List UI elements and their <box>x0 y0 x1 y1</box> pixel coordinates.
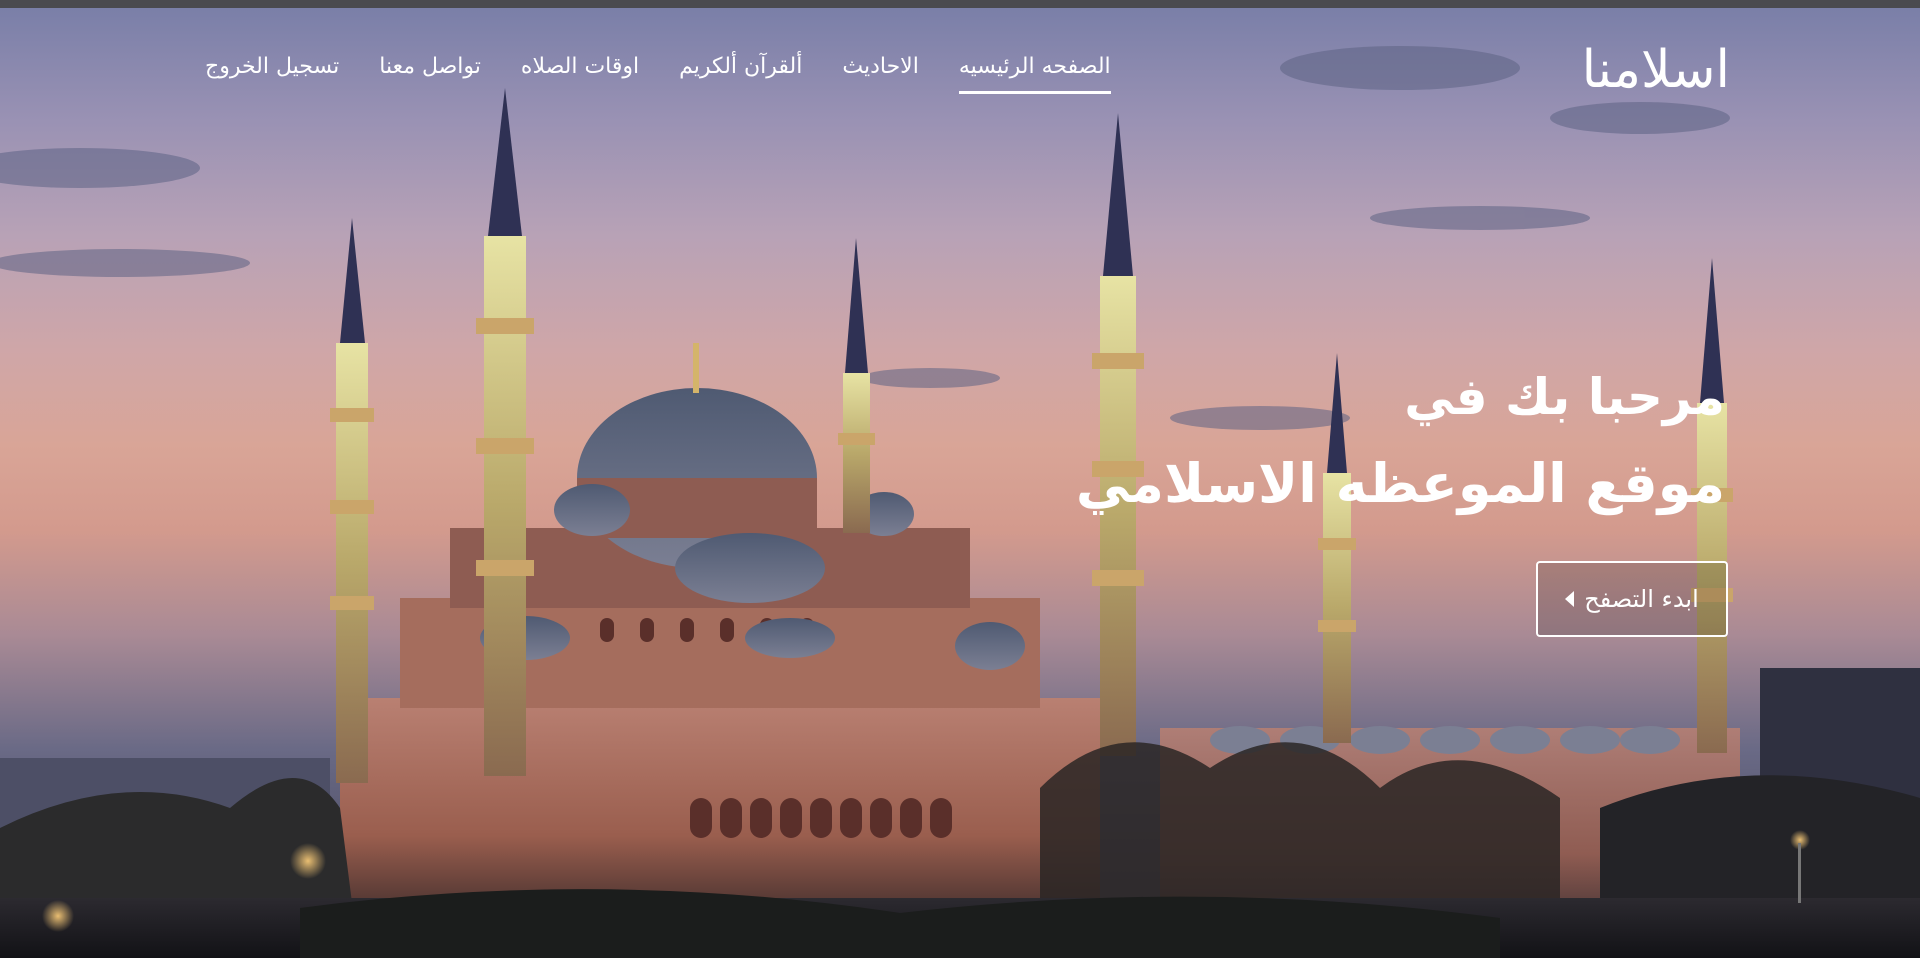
hero-title-line-2: موقع الموعظه الاسلامي <box>1075 452 1725 515</box>
caret-left-icon <box>1565 591 1575 607</box>
hero-title: مرحبا بك في موقع الموعظه الاسلامي <box>1076 356 1725 530</box>
nav-link-quran[interactable]: ألقرآن ألكريم <box>679 54 802 94</box>
nav-link-logout[interactable]: تسجيل الخروج <box>205 54 339 94</box>
hero-section: اسلامنا الصفحه الرئيسيه الاحاديث ألقرآن … <box>0 8 1920 958</box>
nav-link-contact[interactable]: تواصل معنا <box>379 54 481 94</box>
nav-link-prayer-times[interactable]: اوقات الصلاه <box>521 54 639 94</box>
start-browsing-label: ابدء التصفح <box>1584 585 1699 613</box>
navbar: اسلامنا الصفحه الرئيسيه الاحاديث ألقرآن … <box>0 42 1920 102</box>
nav-links: الصفحه الرئيسيه الاحاديث ألقرآن ألكريم ا… <box>205 54 1111 94</box>
start-browsing-button[interactable]: ابدء التصفح <box>1536 561 1728 637</box>
nav-link-hadiths[interactable]: الاحاديث <box>842 54 918 94</box>
nav-link-home[interactable]: الصفحه الرئيسيه <box>958 54 1111 94</box>
hero-title-line-1: مرحبا بك في <box>1404 368 1725 426</box>
site-logo[interactable]: اسلامنا <box>1582 42 1730 98</box>
browser-top-bar <box>0 0 1920 8</box>
